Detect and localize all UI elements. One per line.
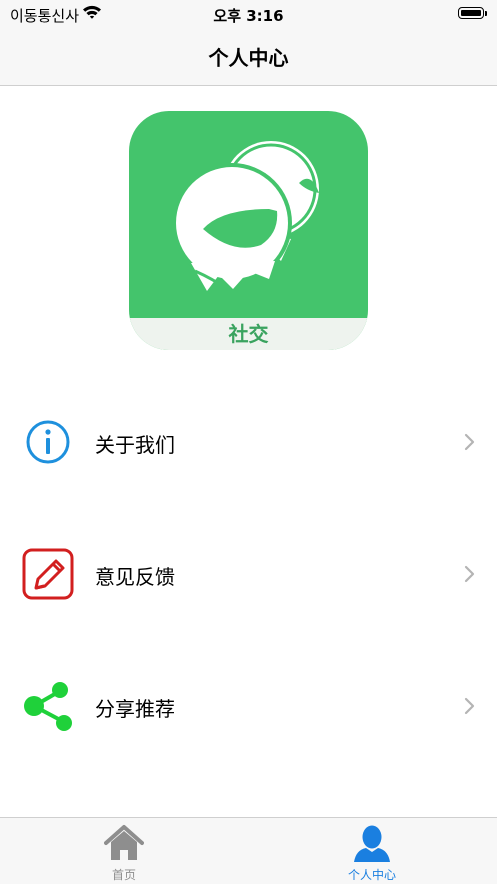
tab-label: 首页	[111, 868, 136, 882]
chevron-right-icon	[460, 696, 480, 716]
menu-item-label: 分享推荐	[95, 697, 175, 721]
info-icon	[22, 416, 74, 468]
status-bar: 이동통신사 오후 3:16	[0, 0, 497, 28]
tab-label: 个人中心	[347, 868, 396, 882]
share-icon	[22, 680, 74, 732]
person-icon	[352, 824, 392, 862]
app-logo: 社交	[129, 111, 368, 350]
battery-cap	[485, 11, 487, 16]
navigation-bar: 个人中心	[0, 28, 497, 86]
menu-item-label: 关于我们	[95, 433, 175, 457]
status-time: 오후 3:16	[213, 7, 284, 25]
edit-feedback-icon	[22, 548, 74, 600]
chevron-right-icon	[460, 564, 480, 584]
tab-bar: 首页 个人中心	[0, 817, 497, 884]
battery-icon	[458, 7, 484, 19]
menu-item-label: 意见反馈	[95, 565, 175, 589]
tab-home[interactable]: 首页	[0, 818, 248, 884]
menu-item-share[interactable]: 分享推荐	[0, 666, 497, 746]
tab-personal-center[interactable]: 个人中心	[248, 818, 496, 884]
chevron-right-icon	[460, 432, 480, 452]
chat-bubbles-logo-icon	[172, 141, 319, 291]
logo-caption: 社交	[228, 322, 269, 346]
page-title: 个人中心	[208, 46, 289, 70]
menu-item-about-us[interactable]: 关于我们	[0, 402, 497, 482]
home-icon	[104, 824, 144, 862]
menu-item-feedback[interactable]: 意见反馈	[0, 534, 497, 614]
